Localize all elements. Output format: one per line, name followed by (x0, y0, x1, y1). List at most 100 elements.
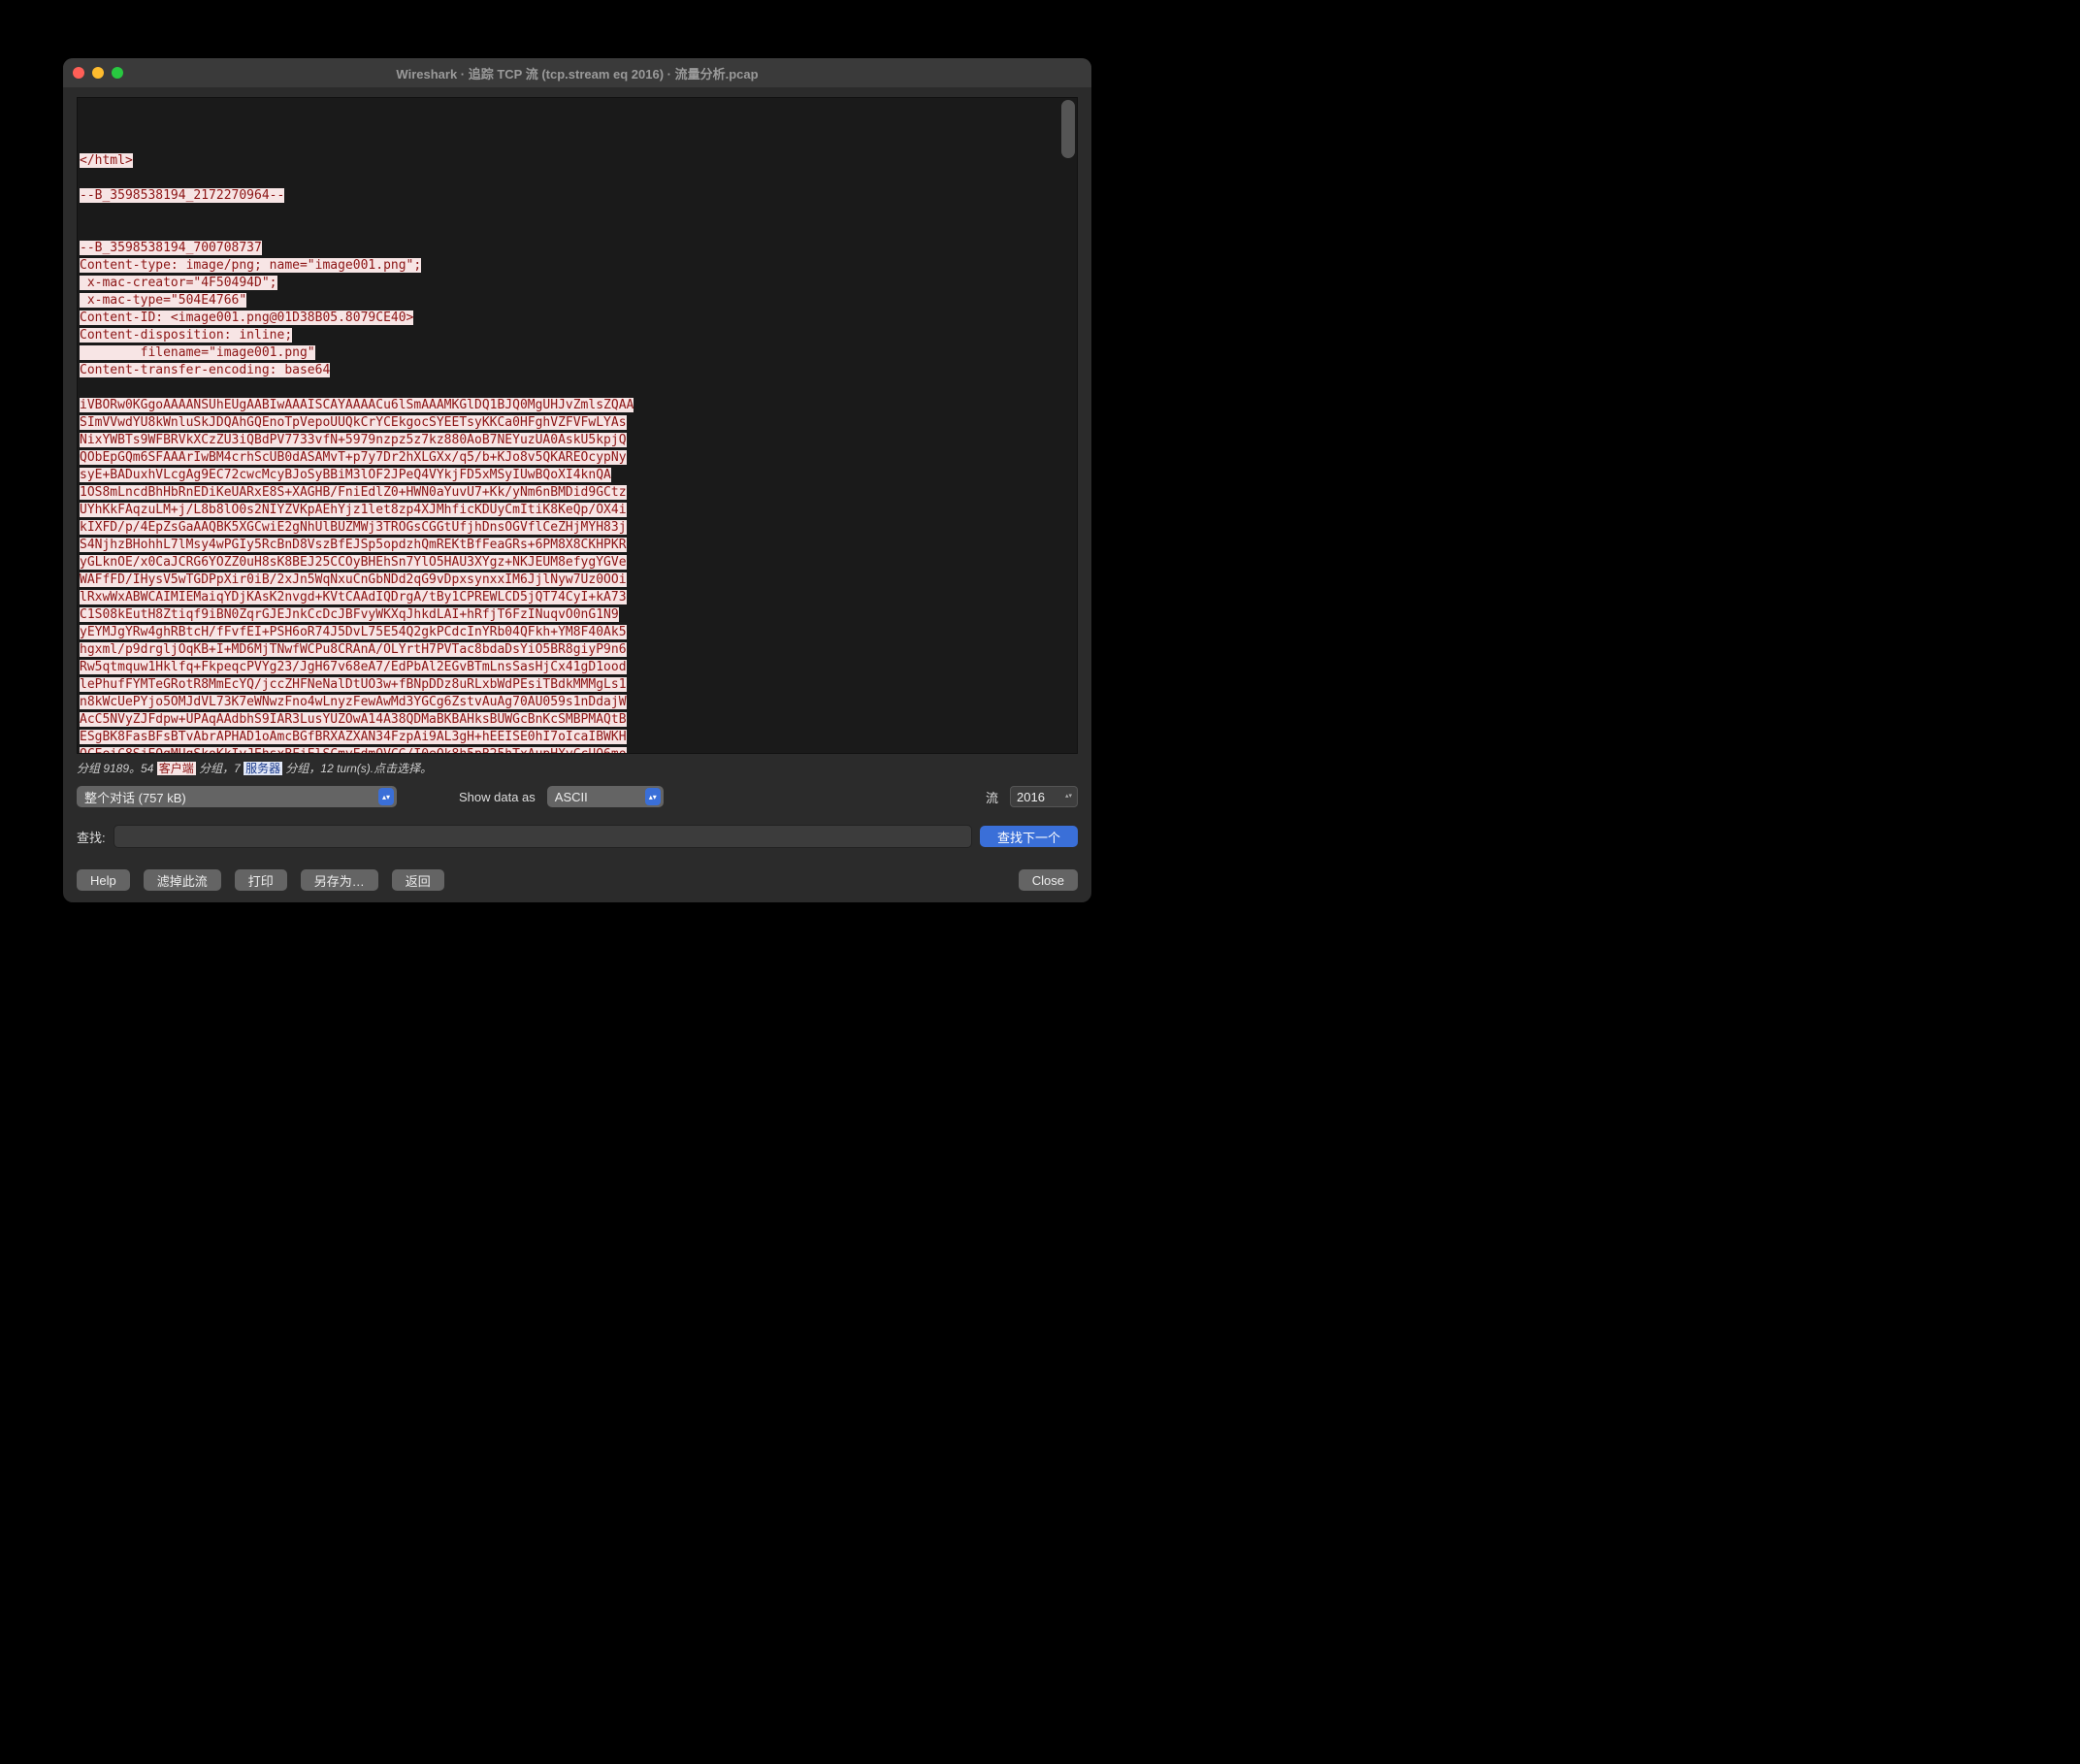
client-text-segment: iVBORw0KGgoAAAANSUhEUgAABIwAAAISCAYAAAAC… (80, 398, 634, 412)
client-text-segment: C1S08kEutH8Ztiqf9iBN0ZqrGJEJnkCcDcJBFvyW… (80, 607, 619, 622)
client-text-segment: 1OS8mLncdBhHbRnEDiKeUARxE8S+XAGHB/FniEdl… (80, 485, 627, 500)
scrollbar-thumb[interactable] (1061, 100, 1075, 158)
server-tag: 服务器 (244, 762, 282, 775)
close-button[interactable]: Close (1019, 869, 1078, 891)
stream-line[interactable]: Rw5qtmquw1Hklfq+FkpeqcPVYg23/JgH67v68eA7… (80, 659, 1075, 676)
stream-line[interactable]: n8kWcUePYjo5OMJdVL73K7eWNwzFno4wLnyzFewA… (80, 694, 1075, 711)
client-text-segment: lRxwWxABWCAIMIEMaiqYDjKAsK2nvgd+KVtCAAdI… (80, 590, 627, 604)
stream-line[interactable]: S4NjhzBHohhL7lMsy4wPGIy5RcBnD8VszBfEJSp5… (80, 537, 1075, 554)
stream-line[interactable]: lRxwWxABWCAIMIEMaiqYDjKAsK2nvgd+KVtCAAdI… (80, 589, 1075, 606)
stream-line[interactable]: AcC5NVyZJFdpw+UPAqAAdbhS9IAR3LusYUZOwA14… (80, 711, 1075, 729)
stream-line[interactable]: kIXFD/p/4EpZsGaAAQBK5XGCwiE2gNhUlBUZMWj3… (80, 519, 1075, 537)
save-as-button[interactable]: 另存为… (301, 869, 378, 891)
stream-line[interactable] (80, 222, 1075, 240)
close-window-icon[interactable] (73, 67, 84, 79)
client-text-segment: hgxml/p9drgljOqKB+I+MD6MjTNwfWCPu8CRAnA/… (80, 642, 627, 657)
client-text-segment: Content-ID: <image001.png@01D38B05.8079C… (80, 310, 413, 325)
back-button[interactable]: 返回 (392, 869, 444, 891)
find-input[interactable] (114, 825, 972, 848)
client-text-segment: filename="image001.png" (80, 345, 315, 360)
stream-label: 流 (986, 788, 998, 806)
stream-line[interactable]: lePhufFYMTeGRotR8MmEcYQ/jccZHFNeNalDtUO3… (80, 676, 1075, 694)
client-text-segment: ESgBK8FasBFsBTvAbrAPHAD1oAmcBGfBRXAZXAN3… (80, 730, 627, 744)
print-button[interactable]: 打印 (235, 869, 287, 891)
client-text-segment: AcC5NVyZJFdpw+UPAqAAdbhS9IAR3LusYUZOwA14… (80, 712, 627, 727)
client-text-segment: Content-type: image/png; name="image001.… (80, 258, 421, 273)
stream-line[interactable]: Content-ID: <image001.png@01D38B05.8079C… (80, 310, 1075, 327)
stream-line[interactable]: syE+BADuxhVLcgAg9EC72cwcMcyBJoSyBBiM3lOF… (80, 467, 1075, 484)
dropdown-arrows-icon: ▴▾ (645, 788, 661, 805)
stream-line[interactable]: x-mac-creator="4F50494D"; (80, 275, 1075, 292)
stream-line[interactable]: WAFfFD/IHysV5wTGDPpXir0iB/2xJn5WqNxuCnGb… (80, 572, 1075, 589)
client-text-segment: Content-transfer-encoding: base64 (80, 363, 330, 377)
stream-line[interactable]: yGLknOE/x0CaJCRG6YOZZ0uH8sK8BEJ25CCOyBHE… (80, 554, 1075, 572)
stream-line[interactable] (80, 205, 1075, 222)
find-next-button[interactable]: 查找下一个 (980, 826, 1078, 847)
stream-line[interactable]: --B_3598538194_2172270964-- (80, 187, 1075, 205)
client-text-segment: </html> (80, 153, 133, 168)
zoom-window-icon[interactable] (112, 67, 123, 79)
titlebar[interactable]: Wireshark · 追踪 TCP 流 (tcp.stream eq 2016… (63, 58, 1091, 87)
controls-row: 整个对话 (757 kB) ▴▾ Show data as ASCII ▴▾ 流… (77, 786, 1078, 807)
client-text-segment: Rw5qtmquw1Hklfq+FkpeqcPVYg23/JgH67v68eA7… (80, 660, 627, 674)
client-text-segment: syE+BADuxhVLcgAg9EC72cwcMcyBJoSyBBiM3lOF… (80, 468, 611, 482)
follow-stream-window: Wireshark · 追踪 TCP 流 (tcp.stream eq 2016… (63, 58, 1091, 902)
client-tag: 客户端 (157, 762, 196, 775)
encoding-select-value: ASCII (555, 790, 588, 804)
stream-line[interactable]: C1S08kEutH8Ztiqf9iBN0ZqrGJEJnkCcDcJBFvyW… (80, 606, 1075, 624)
stream-line[interactable]: yEYMJgYRw4ghRBtcH/fFvfEI+PSH6oR74J5DvL75… (80, 624, 1075, 641)
stream-line[interactable]: Content-type: image/png; name="image001.… (80, 257, 1075, 275)
dropdown-arrows-icon: ▴▾ (378, 788, 394, 805)
minimize-window-icon[interactable] (92, 67, 104, 79)
show-data-as-label: Show data as (459, 790, 536, 804)
stream-line[interactable]: Content-transfer-encoding: base64 (80, 362, 1075, 379)
client-text-segment: NixYWBTs9WFBRVkXCzZU3iQBdPV7733vfN+5979n… (80, 433, 627, 447)
traffic-lights (73, 67, 123, 79)
stream-line[interactable]: filename="image001.png" (80, 344, 1075, 362)
stream-line[interactable] (80, 170, 1075, 187)
info-mid1: 分组，7 (196, 762, 244, 775)
client-text-segment: QObEpGQm6SFAAArIwBM4crhScUB0dASAMvT+p7y7… (80, 450, 627, 465)
spinner-arrows-icon[interactable]: ▴▾ (1065, 788, 1075, 805)
conversation-select[interactable]: 整个对话 (757 kB) ▴▾ (77, 786, 397, 807)
stream-line[interactable]: iVBORw0KGgoAAAANSUhEUgAABIwAAAISCAYAAAAC… (80, 397, 1075, 414)
conversation-select-value: 整个对话 (757 kB) (84, 788, 186, 806)
client-text-segment: WAFfFD/IHysV5wTGDPpXir0iB/2xJn5WqNxuCnGb… (80, 572, 627, 587)
stream-line[interactable]: UYhKkFAqzuLM+j/L8b8lO0s2NIYZVKpAEhYjz1le… (80, 502, 1075, 519)
client-text-segment: --B_3598538194_2172270964-- (80, 188, 284, 203)
client-text-segment: x-mac-type="504E4766" (80, 293, 246, 308)
client-text-segment: yEYMJgYRw4ghRBtcH/fFvfEI+PSH6oR74J5DvL75… (80, 625, 627, 639)
stream-text-view[interactable]: </html> --B_3598538194_2172270964-- --B_… (77, 97, 1078, 754)
client-text-segment: n8kWcUePYjo5OMJdVL73K7eWNwzFno4wLnyzFewA… (80, 695, 627, 709)
stream-line[interactable]: hgxml/p9drgljOqKB+I+MD6MjTNwfWCPu8CRAnA/… (80, 641, 1075, 659)
help-button[interactable]: Help (77, 869, 130, 891)
packet-info-line[interactable]: 分组 9189。54 客户端 分组，7 服务器 分组，12 turn(s).点击… (77, 760, 1078, 776)
info-prefix: 分组 9189。54 (77, 762, 157, 775)
client-text-segment: kIXFD/p/4EpZsGaAAQBK5XGCwiE2gNhUlBUZMWj3… (80, 520, 627, 535)
client-text-segment: S4NjhzBHohhL7lMsy4wPGIy5RcBnD8VszBfEJSp5… (80, 538, 627, 552)
stream-line[interactable]: SImVVwdYU8kWnluSkJDQAhGQEnoTpVepoUUQkCrY… (80, 414, 1075, 432)
encoding-select[interactable]: ASCII ▴▾ (547, 786, 664, 807)
stream-line[interactable]: ESgBK8FasBFsBTvAbrAPHAD1oAmcBGfBRXAZXAN3… (80, 729, 1075, 746)
client-text-segment: SImVVwdYU8kWnluSkJDQAhGQEnoTpVepoUUQkCrY… (80, 415, 627, 430)
client-text-segment: Content-disposition: inline; (80, 328, 292, 343)
filter-out-stream-button[interactable]: 滤掉此流 (144, 869, 221, 891)
stream-line[interactable]: x-mac-type="504E4766" (80, 292, 1075, 310)
stream-line[interactable]: Content-disposition: inline; (80, 327, 1075, 344)
stream-line[interactable]: NixYWBTs9WFBRVkXCzZU3iQBdPV7733vfN+5979n… (80, 432, 1075, 449)
stream-number-input[interactable]: 2016 ▴▾ (1010, 786, 1078, 807)
client-text-segment: OCEeiC8SjEQgMUgSkoKkIyJEhsxBFiElSCmyEdmO… (80, 747, 627, 754)
stream-line[interactable]: 1OS8mLncdBhHbRnEDiKeUARxE8S+XAGHB/FniEdl… (80, 484, 1075, 502)
client-text-segment: UYhKkFAqzuLM+j/L8b8lO0s2NIYZVKpAEhYjz1le… (80, 503, 627, 517)
client-text-segment: --B_3598538194_700708737 (80, 241, 262, 255)
client-text-segment: x-mac-creator="4F50494D"; (80, 276, 277, 290)
find-label: 查找: (77, 828, 106, 846)
client-text-segment: yGLknOE/x0CaJCRG6YOZZ0uH8sK8BEJ25CCOyBHE… (80, 555, 627, 570)
stream-line[interactable]: </html> (80, 152, 1075, 170)
stream-line[interactable]: OCEeiC8SjEQgMUgSkoKkIyJEhsxBFiElSCmyEdmO… (80, 746, 1075, 754)
stream-line[interactable] (80, 379, 1075, 397)
stream-line[interactable]: QObEpGQm6SFAAArIwBM4crhScUB0dASAMvT+p7y7… (80, 449, 1075, 467)
stream-line[interactable]: --B_3598538194_700708737 (80, 240, 1075, 257)
button-row: Help 滤掉此流 打印 另存为… 返回 Close (77, 869, 1078, 897)
client-text-segment: lePhufFYMTeGRotR8MmEcYQ/jccZHFNeNalDtUO3… (80, 677, 627, 692)
